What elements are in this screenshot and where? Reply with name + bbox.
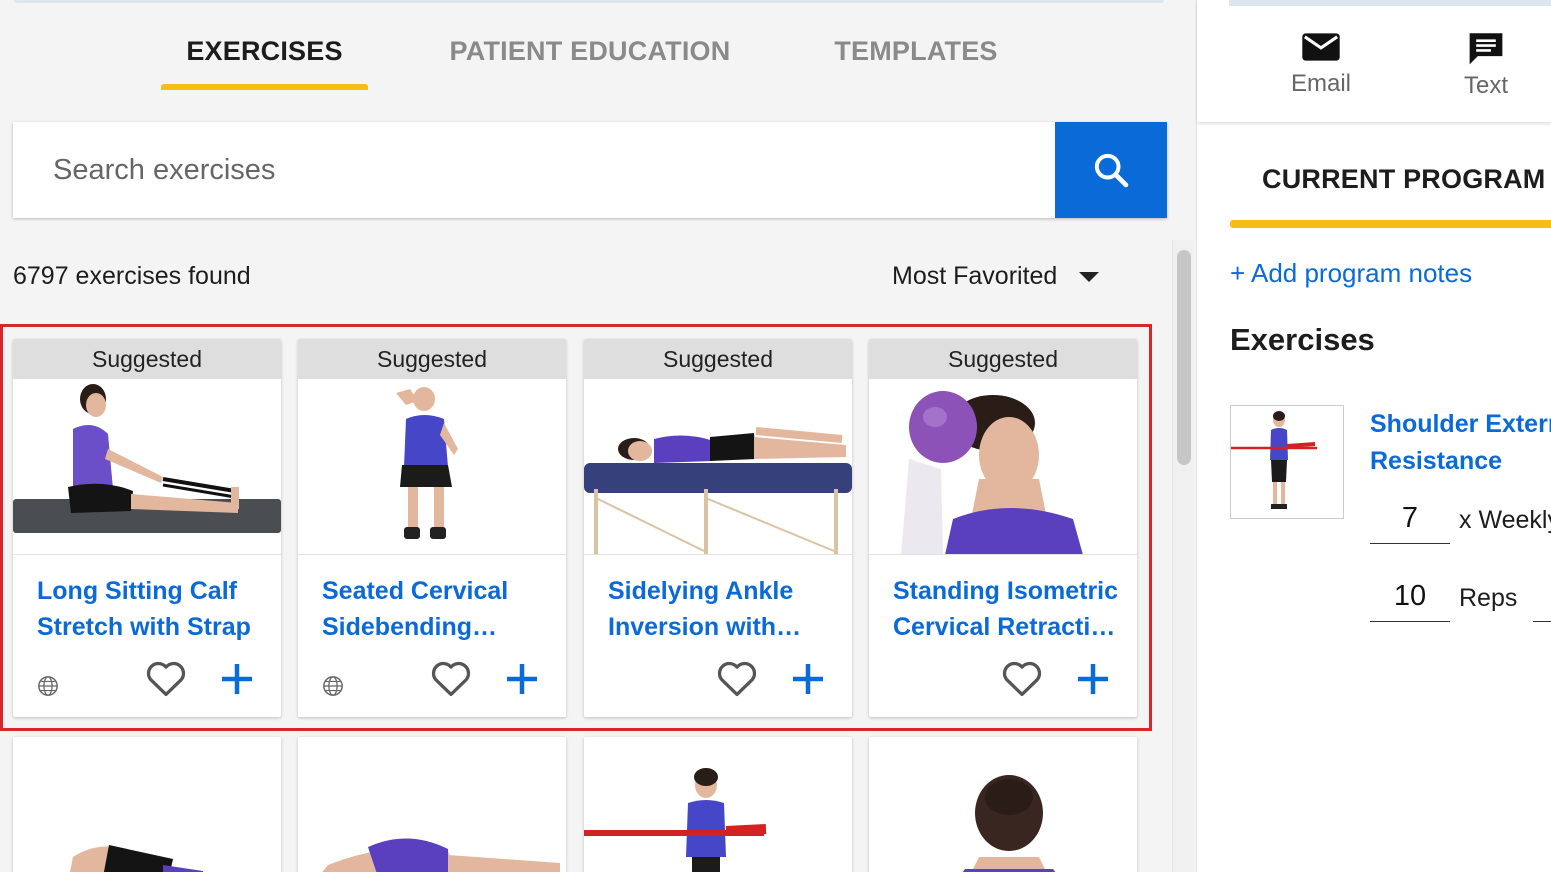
share-toolbar: Email Text [1197,0,1551,122]
tab-active-indicator [161,84,368,90]
exercise-title[interactable]: Long Sitting Calf Stretch with Strap [13,555,281,647]
favorite-heart-icon[interactable] [145,659,187,697]
exercise-card[interactable] [298,737,566,872]
email-icon [1302,33,1340,61]
tab-templates-label: TEMPLATES [834,36,998,66]
search-input[interactable] [13,122,1055,218]
card-actions [869,641,1137,717]
sort-dropdown[interactable]: Most Favorited [892,262,1100,291]
add-to-program-icon[interactable] [219,661,255,697]
exercise-card[interactable]: Suggested Standing Isometric Cervical Re… [869,339,1137,717]
card-actions [298,641,566,717]
caret-down-icon [1079,271,1100,282]
sort-dropdown-label: Most Favorited [892,262,1058,290]
exercise-photo-shoulder-resistance [1231,411,1317,509]
program-exercise-title-line1: Shoulder Exterr [1370,410,1551,438]
library-tabs: EXERCISES PATIENT EDUCATION TEMPLATES [0,28,1160,90]
reps-input[interactable]: 10 [1370,578,1450,622]
search-bar [13,122,1167,218]
text-share-button[interactable]: Text [1459,30,1513,100]
text-label: Text [1463,72,1508,99]
exercise-card[interactable]: Suggested Long Sitting Calf Stretch with… [13,339,281,717]
program-exercise-title-line2: Resistance [1370,447,1503,475]
exercise-image[interactable] [13,379,281,555]
exercise-photo-long-sitting [13,384,281,533]
exercises-heading: Exercises [1230,322,1375,357]
program-exercise-thumbnail[interactable] [1230,405,1344,519]
suggested-badge: Suggested [13,339,281,379]
globe-icon [323,676,343,696]
results-scrollbar[interactable] [1172,240,1194,872]
exercise-photo-standing-isometric [901,391,1083,554]
frequency-input[interactable]: 7 [1370,500,1450,544]
add-to-program-icon[interactable] [790,661,826,697]
exercise-photo-seated-cervical [396,387,458,539]
tab-patient-education[interactable]: PATIENT EDUCATION [446,28,734,90]
exercise-card[interactable] [584,737,852,872]
exercise-card[interactable] [869,737,1137,872]
exercise-image[interactable] [584,379,852,555]
add-to-program-icon[interactable] [504,661,540,697]
results-count: 6797 exercises found [13,262,251,290]
exercise-photo [322,838,560,872]
suggested-badge: Suggested [584,339,852,379]
exercise-card[interactable]: Suggested Seated Cervical Sidebending… [298,339,566,717]
tab-exercises-label: EXERCISES [186,36,343,66]
email-label: Email [1290,70,1351,97]
reps-label: Reps [1459,584,1518,612]
card-actions [584,641,852,717]
add-to-program-icon[interactable] [1075,661,1111,697]
add-program-notes-link[interactable]: + Add program notes [1230,258,1472,289]
suggested-badge: Suggested [298,339,566,379]
favorite-heart-icon[interactable] [716,659,758,697]
exercise-title[interactable]: Standing Isometric Cervical Retracti… [869,555,1137,647]
exercise-photo [70,845,203,872]
tab-active-indicator [1230,220,1551,228]
card-actions [13,641,281,717]
program-exercise-title[interactable]: Shoulder Exterr Resistance [1370,406,1551,480]
message-icon [1469,33,1503,65]
globe-icon [38,676,58,696]
exercise-image[interactable] [298,379,566,555]
top-strip [14,0,1164,3]
share-top-strip [1229,0,1551,6]
frequency-label: x Weekly [1459,506,1551,534]
exercise-library-panel: EXERCISES PATIENT EDUCATION TEMPLATES 67… [0,0,1196,872]
favorite-heart-icon[interactable] [430,659,472,697]
search-icon [1094,153,1129,188]
exercise-photo-sidelying-ankle [584,427,852,554]
current-program-panel: Email Text CURRENT PROGRAM + Add program… [1196,0,1551,872]
exercise-photo [962,775,1056,872]
tab-templates[interactable]: TEMPLATES [828,28,1004,90]
suggested-badge: Suggested [869,339,1137,379]
email-share-button[interactable]: Email [1289,30,1353,98]
exercise-title[interactable]: Seated Cervical Sidebending… [298,555,566,647]
exercise-title[interactable]: Sidelying Ankle Inversion with… [584,555,852,647]
scrollbar-thumb[interactable] [1177,250,1191,465]
exercise-card[interactable] [13,737,281,872]
exercise-image[interactable] [869,379,1137,555]
search-button[interactable] [1055,122,1167,218]
exercise-photo [584,768,767,872]
exercise-card[interactable]: Suggested Sidelying Ankle Inversion with… [584,339,852,717]
tab-exercises[interactable]: EXERCISES [161,28,368,90]
favorite-heart-icon[interactable] [1001,659,1043,697]
next-field-underline[interactable] [1533,621,1551,622]
tab-patient-education-label: PATIENT EDUCATION [449,36,731,66]
tab-current-program[interactable]: CURRENT PROGRAM [1262,164,1546,195]
